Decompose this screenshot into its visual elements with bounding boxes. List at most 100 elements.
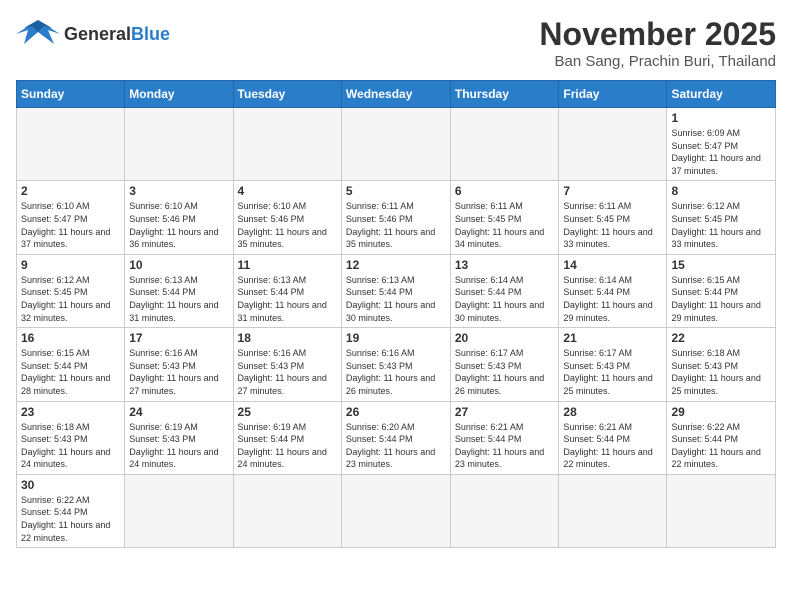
day-cell — [341, 108, 450, 181]
day-number: 2 — [21, 184, 120, 198]
day-cell: 1Sunrise: 6:09 AM Sunset: 5:47 PM Daylig… — [667, 108, 776, 181]
day-number: 12 — [346, 258, 446, 272]
day-info: Sunrise: 6:10 AM Sunset: 5:46 PM Dayligh… — [238, 200, 337, 250]
day-cell — [450, 474, 559, 547]
day-number: 28 — [563, 405, 662, 419]
logo-icon — [16, 16, 60, 54]
day-cell: 2 Sunrise: 6:10 AM Sunset: 5:47 PM Daylig… — [17, 181, 125, 254]
day-cell — [233, 474, 341, 547]
day-info: Sunrise: 6:13 AM Sunset: 5:44 PM Dayligh… — [346, 274, 446, 324]
day-cell — [125, 474, 233, 547]
day-number: 10 — [129, 258, 228, 272]
col-header-friday: Friday — [559, 81, 667, 108]
day-number: 9 — [21, 258, 120, 272]
day-number: 15 — [671, 258, 771, 272]
day-info: Sunrise: 6:21 AM Sunset: 5:44 PM Dayligh… — [455, 421, 555, 471]
day-info: Sunrise: 6:14 AM Sunset: 5:44 PM Dayligh… — [563, 274, 662, 324]
day-info: Sunrise: 6:20 AM Sunset: 5:44 PM Dayligh… — [346, 421, 446, 471]
day-cell: 15Sunrise: 6:15 AM Sunset: 5:44 PM Dayli… — [667, 254, 776, 327]
day-number: 19 — [346, 331, 446, 345]
week-row-1: 1Sunrise: 6:09 AM Sunset: 5:47 PM Daylig… — [17, 108, 776, 181]
day-cell: 19Sunrise: 6:16 AM Sunset: 5:43 PM Dayli… — [341, 328, 450, 401]
logo-general: General — [64, 24, 131, 44]
day-cell: 25 Sunrise: 6:19 AM Sunset: 5:44 PM Dayli… — [233, 401, 341, 474]
day-cell: 24 Sunrise: 6:19 AM Sunset: 5:43 PM Dayli… — [125, 401, 233, 474]
month-year: November 2025 — [539, 16, 776, 53]
day-cell: 14Sunrise: 6:14 AM Sunset: 5:44 PM Dayli… — [559, 254, 667, 327]
day-info: Sunrise: 6:19 AM Sunset: 5:43 PM Dayligh… — [129, 421, 228, 471]
day-info: Sunrise: 6:10 AM Sunset: 5:46 PM Dayligh… — [129, 200, 228, 250]
col-header-wednesday: Wednesday — [341, 81, 450, 108]
day-number: 1 — [671, 111, 771, 125]
day-cell: 26 Sunrise: 6:20 AM Sunset: 5:44 PM Dayli… — [341, 401, 450, 474]
day-cell — [233, 108, 341, 181]
location: Ban Sang, Prachin Buri, Thailand — [539, 53, 776, 70]
day-number: 6 — [455, 184, 555, 198]
day-headers: SundayMondayTuesdayWednesdayThursdayFrid… — [17, 81, 776, 108]
day-number: 8 — [671, 184, 771, 198]
day-number: 20 — [455, 331, 555, 345]
day-cell: 9 Sunrise: 6:12 AM Sunset: 5:45 PM Daylig… — [17, 254, 125, 327]
day-info: Sunrise: 6:18 AM Sunset: 5:43 PM Dayligh… — [671, 347, 771, 397]
day-cell: 22Sunrise: 6:18 AM Sunset: 5:43 PM Dayli… — [667, 328, 776, 401]
day-cell: 20 Sunrise: 6:17 AM Sunset: 5:43 PM Dayli… — [450, 328, 559, 401]
day-cell: 16 Sunrise: 6:15 AM Sunset: 5:44 PM Dayli… — [17, 328, 125, 401]
day-cell: 17Sunrise: 6:16 AM Sunset: 5:43 PM Dayli… — [125, 328, 233, 401]
day-number: 17 — [129, 331, 228, 345]
day-info: Sunrise: 6:22 AM Sunset: 5:44 PM Dayligh… — [671, 421, 771, 471]
day-info: Sunrise: 6:17 AM Sunset: 5:43 PM Dayligh… — [455, 347, 555, 397]
calendar: SundayMondayTuesdayWednesdayThursdayFrid… — [16, 80, 776, 548]
day-number: 26 — [346, 405, 446, 419]
day-cell: 5Sunrise: 6:11 AM Sunset: 5:46 PM Daylig… — [341, 181, 450, 254]
day-cell: 13 Sunrise: 6:14 AM Sunset: 5:44 PM Dayli… — [450, 254, 559, 327]
day-number: 27 — [455, 405, 555, 419]
day-number: 18 — [238, 331, 337, 345]
title-section: November 2025 Ban Sang, Prachin Buri, Th… — [539, 16, 776, 70]
day-number: 24 — [129, 405, 228, 419]
day-number: 13 — [455, 258, 555, 272]
col-header-tuesday: Tuesday — [233, 81, 341, 108]
week-row-4: 16 Sunrise: 6:15 AM Sunset: 5:44 PM Dayli… — [17, 328, 776, 401]
day-number: 11 — [238, 258, 337, 272]
day-number: 4 — [238, 184, 337, 198]
day-cell — [341, 474, 450, 547]
day-info: Sunrise: 6:11 AM Sunset: 5:45 PM Dayligh… — [563, 200, 662, 250]
col-header-saturday: Saturday — [667, 81, 776, 108]
day-number: 25 — [238, 405, 337, 419]
logo-blue: Blue — [131, 24, 170, 44]
day-number: 3 — [129, 184, 228, 198]
week-row-3: 9 Sunrise: 6:12 AM Sunset: 5:45 PM Daylig… — [17, 254, 776, 327]
day-info: Sunrise: 6:11 AM Sunset: 5:45 PM Dayligh… — [455, 200, 555, 250]
day-cell — [17, 108, 125, 181]
day-number: 5 — [346, 184, 446, 198]
day-info: Sunrise: 6:22 AM Sunset: 5:44 PM Dayligh… — [21, 494, 120, 544]
day-info: Sunrise: 6:19 AM Sunset: 5:44 PM Dayligh… — [238, 421, 337, 471]
day-info: Sunrise: 6:14 AM Sunset: 5:44 PM Dayligh… — [455, 274, 555, 324]
day-info: Sunrise: 6:10 AM Sunset: 5:47 PM Dayligh… — [21, 200, 120, 250]
day-info: Sunrise: 6:15 AM Sunset: 5:44 PM Dayligh… — [21, 347, 120, 397]
day-info: Sunrise: 6:12 AM Sunset: 5:45 PM Dayligh… — [21, 274, 120, 324]
day-number: 29 — [671, 405, 771, 419]
day-cell: 23Sunrise: 6:18 AM Sunset: 5:43 PM Dayli… — [17, 401, 125, 474]
week-row-5: 23Sunrise: 6:18 AM Sunset: 5:43 PM Dayli… — [17, 401, 776, 474]
day-info: Sunrise: 6:12 AM Sunset: 5:45 PM Dayligh… — [671, 200, 771, 250]
day-info: Sunrise: 6:21 AM Sunset: 5:44 PM Dayligh… — [563, 421, 662, 471]
day-cell: 12 Sunrise: 6:13 AM Sunset: 5:44 PM Dayli… — [341, 254, 450, 327]
logo: GeneralBlue — [16, 16, 170, 54]
day-number: 16 — [21, 331, 120, 345]
day-cell: 10 Sunrise: 6:13 AM Sunset: 5:44 PM Dayli… — [125, 254, 233, 327]
day-cell: 28 Sunrise: 6:21 AM Sunset: 5:44 PM Dayli… — [559, 401, 667, 474]
day-cell: 29 Sunrise: 6:22 AM Sunset: 5:44 PM Dayli… — [667, 401, 776, 474]
day-cell: 8 Sunrise: 6:12 AM Sunset: 5:45 PM Daylig… — [667, 181, 776, 254]
day-number: 7 — [563, 184, 662, 198]
day-cell — [559, 108, 667, 181]
day-info: Sunrise: 6:18 AM Sunset: 5:43 PM Dayligh… — [21, 421, 120, 471]
day-cell: 30Sunrise: 6:22 AM Sunset: 5:44 PM Dayli… — [17, 474, 125, 547]
day-cell — [125, 108, 233, 181]
day-number: 21 — [563, 331, 662, 345]
day-info: Sunrise: 6:13 AM Sunset: 5:44 PM Dayligh… — [129, 274, 228, 324]
day-cell — [667, 474, 776, 547]
day-cell — [559, 474, 667, 547]
day-cell: 21Sunrise: 6:17 AM Sunset: 5:43 PM Dayli… — [559, 328, 667, 401]
day-cell: 11Sunrise: 6:13 AM Sunset: 5:44 PM Dayli… — [233, 254, 341, 327]
